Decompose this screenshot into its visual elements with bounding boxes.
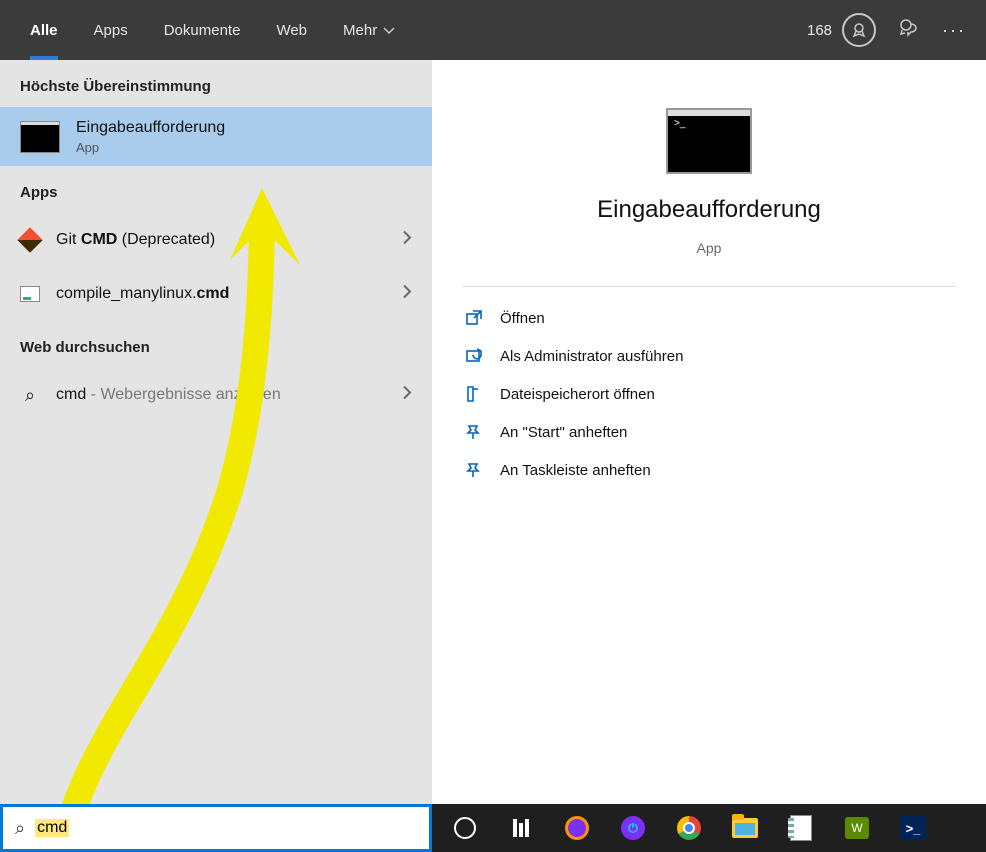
cmd-icon [20, 121, 60, 153]
search-icon: ⌕ [15, 818, 25, 839]
tabbar-right: 168 ··· [807, 13, 966, 47]
action-pin-start-label: An "Start" anheften [500, 424, 627, 441]
action-location-label: Dateispeicherort öffnen [500, 386, 655, 403]
search-highlight: cmd [35, 819, 69, 837]
preview-header: Eingabeaufforderung App [462, 90, 956, 286]
open-icon [464, 309, 484, 327]
divider [462, 286, 956, 287]
tab-docs-label: Dokumente [164, 22, 241, 39]
folder-icon [732, 818, 758, 838]
chrome-icon [677, 816, 701, 840]
chevron-right-icon [402, 385, 412, 406]
taskbar: ⏻ W >_ [432, 804, 986, 852]
pin-icon [464, 423, 484, 441]
search-main: Höchste Übereinstimmung Eingabeaufforder… [0, 60, 986, 804]
chevron-right-icon [402, 230, 412, 251]
firefox-icon [565, 816, 589, 840]
app-result-title: compile_manylinux.cmd [56, 283, 229, 305]
tab-more[interactable]: Mehr [325, 0, 413, 60]
power-icon: ⏻ [621, 816, 645, 840]
tab-all-label: Alle [30, 22, 58, 39]
folder-icon [464, 385, 484, 403]
tab-web-label: Web [276, 22, 307, 39]
chevron-down-icon [383, 22, 395, 39]
app-result-compile-cmd[interactable]: compile_manylinux.cmd [0, 267, 432, 321]
tab-more-label: Mehr [343, 22, 377, 39]
taskbar-taskview[interactable] [494, 804, 548, 852]
taskview-icon [513, 819, 529, 837]
taskbar-notepadpp[interactable] [774, 804, 828, 852]
best-match-subtitle: App [76, 139, 225, 157]
preview-title: Eingabeaufforderung [597, 196, 821, 224]
shield-icon [464, 347, 484, 365]
tab-all[interactable]: Alle [12, 0, 76, 60]
points-value: 168 [807, 22, 832, 39]
git-icon [20, 230, 40, 250]
pin-icon [464, 461, 484, 479]
notepad-icon [790, 815, 812, 841]
cortana-icon [454, 817, 476, 839]
tab-apps[interactable]: Apps [76, 0, 146, 60]
chevron-right-icon [402, 284, 412, 305]
web-result-title: cmd - Webergebnisse anzeigen [56, 384, 281, 406]
tab-apps-label: Apps [94, 22, 128, 39]
wamp-icon: W [845, 817, 869, 839]
taskbar-power[interactable]: ⏻ [606, 804, 660, 852]
preview-app-icon [666, 108, 752, 174]
taskbar-cortana[interactable] [438, 804, 492, 852]
more-options-icon[interactable]: ··· [942, 20, 966, 41]
app-result-title: Git CMD (Deprecated) [56, 229, 215, 251]
section-apps: Apps [0, 166, 432, 213]
search-icon [20, 385, 40, 405]
feedback-icon[interactable] [898, 17, 920, 44]
powershell-icon: >_ [900, 816, 926, 840]
preview-pane: Eingabeaufforderung App Öffnen Als Admin… [432, 60, 986, 804]
search-tabbar: Alle Apps Dokumente Web Mehr 168 ··· [0, 0, 986, 60]
action-open-label: Öffnen [500, 310, 545, 327]
best-match-text: Eingabeaufforderung App [76, 117, 225, 156]
app-result-text: compile_manylinux.cmd [56, 283, 229, 305]
web-result-text: cmd - Webergebnisse anzeigen [56, 384, 281, 406]
taskbar-firefox[interactable] [550, 804, 604, 852]
action-open-location[interactable]: Dateispeicherort öffnen [462, 375, 956, 413]
rewards-points[interactable]: 168 [807, 13, 876, 47]
tab-docs[interactable]: Dokumente [146, 0, 259, 60]
cmd-file-icon [20, 284, 40, 304]
action-pin-taskbar[interactable]: An Taskleiste anheften [462, 451, 956, 489]
app-result-git-cmd[interactable]: Git CMD (Deprecated) [0, 213, 432, 267]
taskbar-powershell[interactable]: >_ [886, 804, 940, 852]
app-result-text: Git CMD (Deprecated) [56, 229, 215, 251]
taskbar-explorer[interactable] [718, 804, 772, 852]
medal-icon [842, 13, 876, 47]
taskbar-wamp[interactable]: W [830, 804, 884, 852]
search-tabs: Alle Apps Dokumente Web Mehr [12, 0, 413, 60]
section-best-match: Höchste Übereinstimmung [0, 60, 432, 107]
action-admin-label: Als Administrator ausführen [500, 348, 683, 365]
tab-web[interactable]: Web [258, 0, 325, 60]
action-run-admin[interactable]: Als Administrator ausführen [462, 337, 956, 375]
search-bar[interactable]: ⌕ cmd [0, 804, 432, 852]
web-result[interactable]: cmd - Webergebnisse anzeigen [0, 368, 432, 422]
best-match-result[interactable]: Eingabeaufforderung App [0, 107, 432, 166]
action-pin-start[interactable]: An "Start" anheften [462, 413, 956, 451]
best-match-title: Eingabeaufforderung [76, 117, 225, 139]
taskbar-chrome[interactable] [662, 804, 716, 852]
action-pin-taskbar-label: An Taskleiste anheften [500, 462, 651, 479]
results-pane: Höchste Übereinstimmung Eingabeaufforder… [0, 60, 432, 804]
action-open[interactable]: Öffnen [462, 299, 956, 337]
preview-subtitle: App [697, 240, 722, 256]
section-web: Web durchsuchen [0, 321, 432, 368]
